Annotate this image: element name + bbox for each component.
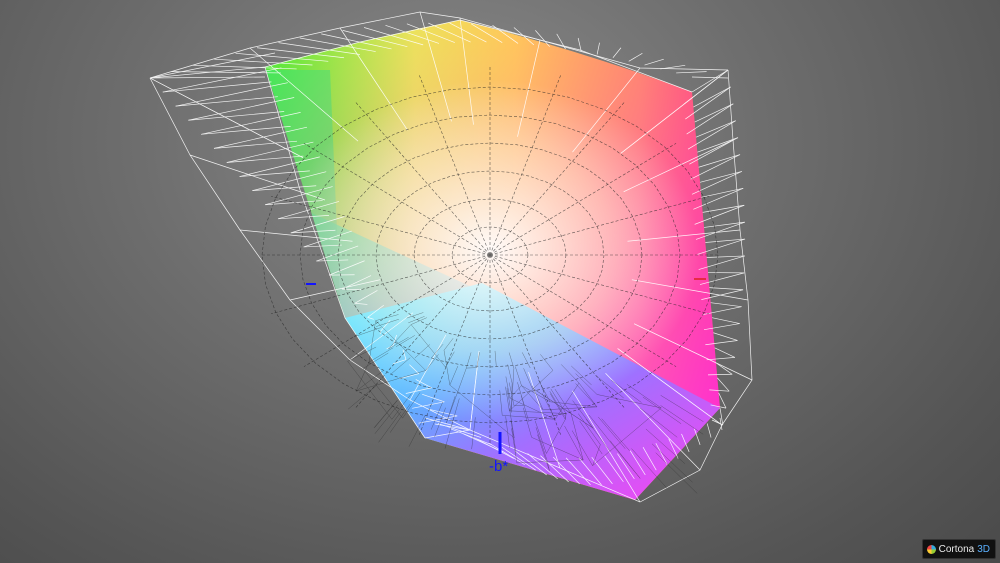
watermark-brand-suffix: 3D (977, 543, 990, 555)
wire-left-fan (175, 96, 278, 107)
wire-top-fan (660, 64, 686, 70)
wire-outline-right (721, 69, 753, 426)
wire-bottom-fan (706, 423, 712, 438)
mesh-edge (348, 385, 377, 410)
wire-right-fan (703, 221, 745, 228)
mesh-edge (374, 404, 399, 434)
wire-top-fan (171, 71, 281, 74)
wire-right-fan (698, 154, 741, 168)
wire-top-fan (149, 76, 266, 79)
wire-top-fan (644, 58, 664, 66)
wire-left-fan (188, 97, 295, 121)
wire-top-fan (612, 47, 622, 58)
watermark-brand: Cortona (938, 543, 975, 555)
cortona3d-watermark: Cortona 3D (921, 539, 996, 559)
wire-right-fan (702, 204, 745, 213)
wire-top-fan (628, 53, 643, 62)
wire-right-fan (715, 362, 733, 375)
wire-right-fan (717, 377, 730, 392)
wire-right-fan (711, 317, 740, 324)
wire-right-fan (713, 332, 738, 341)
wire-right-fan (694, 103, 734, 123)
wire-right-fan (683, 69, 729, 105)
wire-right-fan (695, 120, 736, 138)
wire-left-fan (213, 140, 298, 149)
wire-left-fan (162, 81, 272, 93)
mesh-edge (655, 452, 698, 494)
wire-right-fan (691, 69, 729, 93)
minus-b-axis-label: -b* (489, 458, 509, 475)
wire-top-fan (596, 42, 600, 55)
wire-right-fan (714, 347, 736, 358)
wire-top-fan (691, 76, 729, 79)
wire-top-fan (556, 33, 566, 50)
wire-right-fan (710, 302, 742, 308)
wire-left-fan (149, 52, 276, 79)
mesh-edge (355, 370, 383, 392)
mesh-edge (374, 400, 398, 428)
cortona-logo-icon (926, 544, 936, 554)
wire-right-fan (693, 86, 731, 108)
mesh-edge (373, 400, 398, 429)
wire-right-fan (709, 287, 744, 291)
wire-top-fan (676, 71, 707, 74)
gamut-3d-viewport[interactable] (0, 0, 1000, 563)
